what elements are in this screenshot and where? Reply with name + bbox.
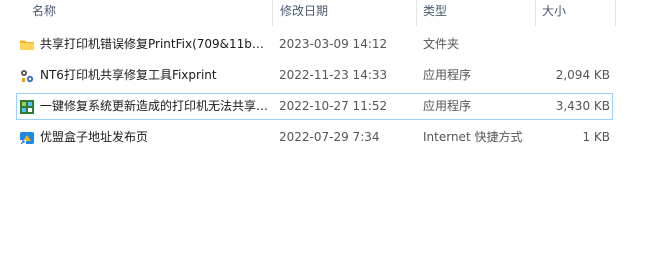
file-date: 2022-07-29 7:34 [279, 130, 380, 144]
column-divider[interactable] [272, 0, 273, 26]
file-type: 应用程序 [423, 68, 472, 82]
file-row[interactable]: NT6打印机共享修复工具Fixprint 2022-11-23 14:33 应用… [16, 62, 613, 89]
file-size: 3,430 KB [555, 99, 610, 113]
app-gear-icon [19, 68, 35, 84]
column-header-type[interactable]: 类型 [423, 0, 533, 22]
file-type: 文件夹 [423, 37, 460, 51]
file-date: 2022-10-27 11:52 [279, 99, 388, 113]
file-row[interactable]: 共享打印机错误修复PrintFix(709&11b… 2023-03-09 14… [16, 31, 613, 58]
internet-shortcut-icon [19, 130, 35, 146]
folder-icon [19, 37, 35, 53]
file-name: NT6打印机共享修复工具Fixprint [40, 68, 217, 82]
column-header-date[interactable]: 修改日期 [280, 0, 410, 22]
file-date: 2023-03-09 14:12 [279, 37, 388, 51]
column-header-size[interactable]: 大小 [542, 0, 612, 22]
file-row[interactable]: 一键修复系统更新造成的打印机无法共享… 2022-10-27 11:52 应用程… [16, 93, 613, 120]
column-divider[interactable] [416, 0, 417, 26]
file-size: 2,094 KB [555, 68, 610, 82]
file-type: Internet 快捷方式 [423, 130, 523, 144]
file-date: 2022-11-23 14:33 [279, 68, 388, 82]
column-header-name[interactable]: 名称 [32, 0, 262, 22]
file-name: 一键修复系统更新造成的打印机无法共享… [40, 99, 269, 113]
column-divider[interactable] [535, 0, 536, 26]
file-type: 应用程序 [423, 99, 472, 113]
column-header: 名称 修改日期 类型 大小 [0, 0, 670, 26]
app-installer-icon [19, 99, 35, 115]
file-name: 共享打印机错误修复PrintFix(709&11b… [40, 37, 264, 51]
file-row[interactable]: 优盟盒子地址发布页 2022-07-29 7:34 Internet 快捷方式 … [16, 124, 613, 151]
file-size [547, 32, 610, 57]
file-size: 1 KB [582, 130, 610, 144]
column-divider[interactable] [615, 0, 616, 26]
file-name: 优盟盒子地址发布页 [40, 130, 149, 144]
